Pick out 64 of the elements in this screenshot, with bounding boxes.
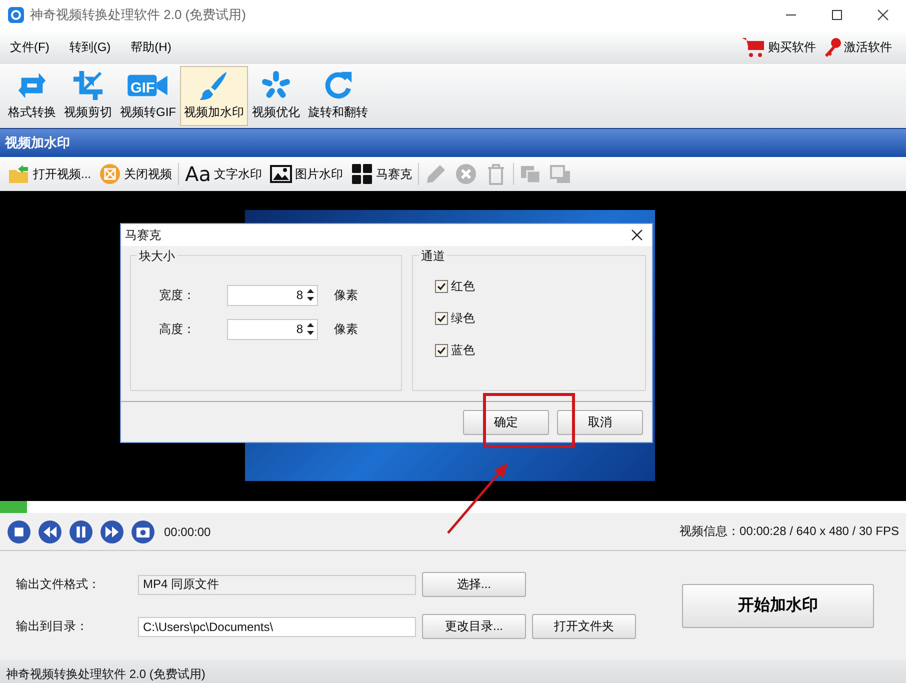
status-bar: 神奇视频转换处理软件 2.0 (免费试用) [0,660,906,683]
action-button[interactable]: 选择... [422,572,526,597]
checkbox-label[interactable]: 绿色 [451,310,475,326]
tool-tab[interactable]: 旋转和翻转 [304,66,372,126]
tool-tab[interactable]: 视频优化 [248,66,304,126]
layers-outline-icon [550,163,572,185]
close-icon [631,229,643,241]
close-circle-icon [99,163,122,185]
ok-button[interactable]: 确定 [463,410,549,434]
folder-icon [8,163,30,185]
menu-item[interactable]: 文件(F) [10,38,60,56]
open-tool-button[interactable]: 打开视频... [6,161,94,187]
action-button[interactable]: 更改目录... [422,614,526,639]
unit-label: 像素 [334,320,358,338]
rewind-button[interactable] [38,520,62,544]
directory-field[interactable]: C:\Users\pc\Documents\ [138,616,416,636]
format-field[interactable]: MP4 同原文件 [138,574,416,594]
field-label: 高度： [159,320,196,338]
window-title: 神奇视频转换处理软件 2.0 (免费试用) [30,6,246,24]
menu-item[interactable]: 转到(G) [69,38,121,56]
close-tool-button[interactable]: 关闭视频 [97,161,174,187]
section-title: 视频加水印 [0,128,906,157]
stop-button[interactable] [7,520,31,544]
image-tool-button[interactable]: 图片水印 [268,161,345,187]
field-label: 输出到目录： [16,618,89,635]
cart-icon [742,36,766,58]
buy-link[interactable]: 购买软件 [738,36,820,58]
field-label: 输出文件格式： [16,576,101,593]
unit-label: 像素 [334,286,358,304]
action-button[interactable]: 打开文件夹 [532,614,636,639]
dialog-title: 马赛克 [125,226,161,244]
picture-icon [270,163,292,185]
checkbox[interactable] [435,344,448,356]
tool-tab[interactable]: GIF 视频转GIF [116,66,180,126]
time-label: 00:00:00 [164,524,211,538]
tool-tab[interactable]: 视频加水印 [180,66,248,126]
start-button[interactable]: 开始加水印 [682,584,874,628]
number-spinner[interactable]: 8 [227,318,318,340]
number-spinner[interactable]: 8 [227,284,318,306]
app-logo-icon [8,7,24,23]
forward-button[interactable] [100,520,124,544]
mosaic-tool-button[interactable]: 马赛克 [348,161,414,187]
checkbox[interactable] [435,280,448,292]
checkbox-label[interactable]: 红色 [451,278,475,294]
checkbox[interactable] [435,312,448,324]
key-icon [824,37,842,57]
tool-tab[interactable]: 格式转换 [4,66,60,126]
checkbox-label[interactable]: 蓝色 [451,342,475,358]
tool-tab[interactable]: 视频剪切 [60,66,116,126]
menu-item[interactable]: 帮助(H) [130,38,182,56]
font-icon: Aa [185,163,211,185]
video-info: 视频信息：00:00:28 / 640 x 480 / 30 FPS [680,523,899,540]
camera-button[interactable] [131,520,155,544]
pause-button[interactable] [69,520,93,544]
grid-icon [350,163,373,185]
pencil-icon [424,163,447,185]
activate-link[interactable]: 激活软件 [820,36,896,58]
cancel-button[interactable]: 取消 [557,410,643,434]
group-title: 块大小 [137,248,177,265]
field-label: 宽度： [159,286,196,304]
crop-icon [71,69,105,102]
layers-icon [520,163,542,185]
remove-circle-icon [454,163,477,185]
progress-track[interactable] [0,501,906,513]
